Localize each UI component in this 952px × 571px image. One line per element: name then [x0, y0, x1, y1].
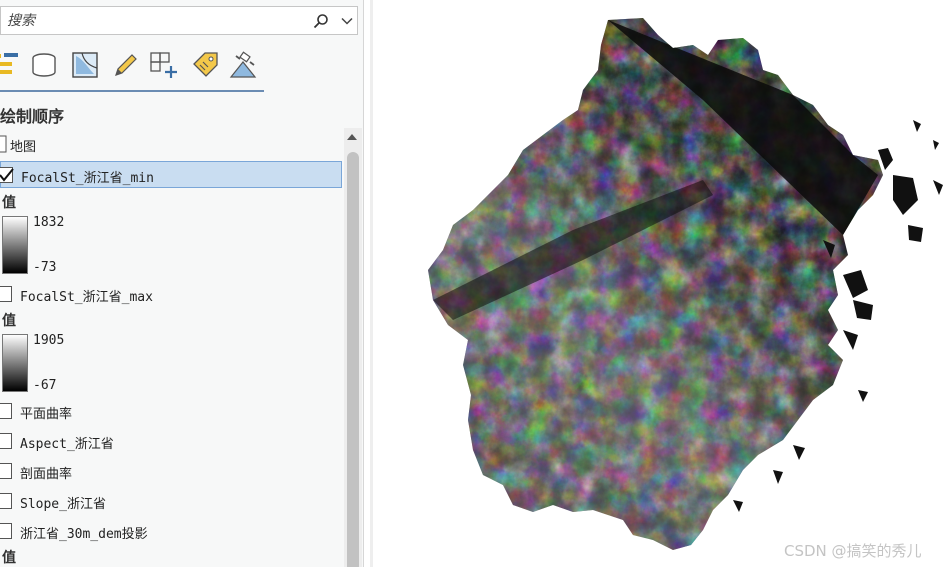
legend-heading: 值 — [2, 550, 16, 566]
legend-min-value: -67 — [33, 378, 57, 393]
legend-heading: 值 — [2, 313, 16, 329]
legend-min-value: -73 — [33, 260, 57, 275]
layer-item-plan-curvature[interactable]: 平面曲率 — [0, 398, 342, 425]
layer-item-focalst-max[interactable]: FocalSt_浙江省_max — [0, 281, 342, 308]
layer-checkbox[interactable] — [0, 403, 12, 419]
layer-checkbox[interactable] — [0, 167, 14, 183]
legend-color-ramp — [2, 334, 28, 392]
scroll-thumb[interactable] — [347, 152, 359, 567]
layer-label: FocalSt_浙江省_max — [20, 290, 153, 305]
legend-heading: 值 — [2, 195, 16, 211]
layer-item-profile-curvature[interactable]: 剖面曲率 — [0, 458, 342, 485]
legend-max-value: 1832 — [33, 215, 65, 230]
layer-label: 浙江省_30m_dem投影 — [20, 527, 148, 542]
list-by-drawing-order-icon[interactable] — [0, 50, 22, 80]
list-by-snapping-icon[interactable] — [148, 50, 178, 80]
list-by-selection-icon[interactable] — [70, 50, 100, 80]
list-by-editing-icon[interactable] — [110, 50, 140, 80]
layer-checkbox[interactable] — [0, 433, 12, 449]
contents-pane: 绘制顺序 地图 FocalSt_浙江省_min 值 1832 -73 Focal… — [0, 0, 364, 567]
map-label: 地图 — [10, 140, 37, 155]
legend-color-ramp — [2, 216, 28, 274]
search-input[interactable] — [5, 10, 299, 32]
layer-checkbox[interactable] — [0, 493, 12, 509]
chevron-down-icon[interactable] — [341, 15, 353, 27]
watermark: CSDN @搞笑的秀儿 — [784, 542, 922, 560]
layer-label: 平面曲率 — [20, 407, 73, 422]
layer-label: Slope_浙江省 — [20, 497, 106, 512]
map-view[interactable] — [373, 0, 952, 567]
layer-item-focalst-min[interactable]: FocalSt_浙江省_min — [0, 161, 342, 188]
search-icon[interactable] — [313, 13, 329, 29]
search-box[interactable] — [0, 6, 358, 35]
list-by-labeling-icon[interactable] — [190, 50, 220, 80]
drawing-order-heading: 绘制顺序 — [0, 107, 65, 126]
dem-raster-map[interactable] — [373, 0, 952, 567]
layer-label: 剖面曲率 — [20, 467, 73, 482]
contents-toolbar — [0, 44, 264, 92]
layer-label: Aspect_浙江省 — [20, 437, 114, 452]
contents-scrollbar[interactable] — [344, 128, 362, 567]
layer-item-dem-projected[interactable]: 浙江省_30m_dem投影 — [0, 518, 342, 545]
layer-checkbox[interactable] — [0, 286, 12, 302]
layer-item-aspect[interactable]: Aspect_浙江省 — [0, 428, 342, 455]
list-by-source-icon[interactable] — [29, 50, 59, 80]
list-by-perspective-imagery-icon[interactable] — [228, 50, 258, 80]
scroll-up-arrow-icon[interactable] — [347, 134, 357, 140]
map-node[interactable]: 地图 — [0, 131, 342, 158]
legend-max-value: 1905 — [33, 333, 65, 348]
layer-checkbox[interactable] — [0, 463, 12, 479]
layer-checkbox[interactable] — [0, 523, 12, 539]
layer-item-slope[interactable]: Slope_浙江省 — [0, 488, 342, 515]
layer-label: FocalSt_浙江省_min — [21, 171, 154, 186]
